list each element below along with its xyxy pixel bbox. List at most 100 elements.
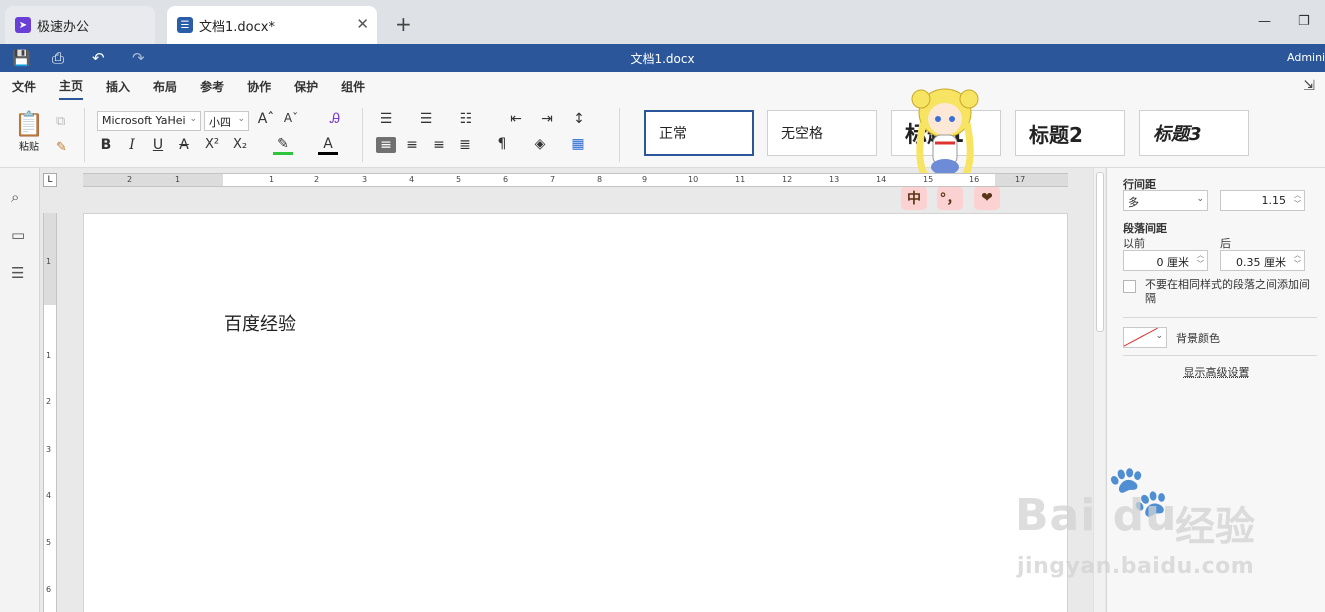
ruler-number: 7 bbox=[550, 174, 555, 186]
align-center-icon[interactable]: ≡ bbox=[402, 137, 422, 153]
separator bbox=[362, 108, 363, 162]
spinner-icon[interactable]: ︿ ﹀ bbox=[1197, 251, 1204, 269]
line-spacing-mode-select[interactable]: 多 ⌄ bbox=[1123, 190, 1208, 211]
no-space-same-style-checkbox[interactable] bbox=[1123, 280, 1136, 293]
tab-home[interactable]: ➤ 极速办公 bbox=[5, 6, 155, 44]
ruler-number: 15 bbox=[923, 174, 933, 186]
spacing-before-input[interactable]: 0 厘米 ︿ ﹀ bbox=[1123, 250, 1208, 271]
navigation-icon[interactable]: ☰ bbox=[11, 264, 24, 282]
vertical-ruler[interactable]: 1 1 2 3 4 5 6 bbox=[43, 213, 57, 612]
line-spacing-icon[interactable]: ↕ bbox=[569, 111, 589, 127]
ruler-number: 3 bbox=[362, 174, 367, 186]
menu-references[interactable]: 参考 bbox=[200, 74, 224, 99]
paragraph-spacing-label: 段落间距 bbox=[1123, 220, 1167, 236]
justify-icon[interactable]: ≣ bbox=[455, 137, 475, 153]
superscript-button[interactable]: X² bbox=[202, 137, 222, 152]
new-tab-icon[interactable]: + bbox=[395, 12, 412, 36]
strikethrough-button[interactable]: A bbox=[174, 137, 194, 153]
document-page[interactable]: 百度经验 bbox=[83, 213, 1068, 612]
numbered-list-icon[interactable]: ☰ bbox=[416, 111, 436, 127]
search-icon[interactable]: ⌕ bbox=[11, 188, 19, 206]
chevron-down-icon: ⌄ bbox=[1196, 195, 1204, 204]
paste-button[interactable]: 📋 粘贴 bbox=[12, 110, 46, 153]
shading-icon[interactable]: ◈ bbox=[530, 136, 550, 152]
separator bbox=[619, 108, 620, 162]
menu-layout[interactable]: 布局 bbox=[153, 74, 177, 99]
left-sidebar: ⌕ ▭ ☰ bbox=[0, 168, 40, 612]
style-no-spacing[interactable]: 无空格 bbox=[767, 110, 877, 156]
chevron-down-icon: ⌄ bbox=[237, 114, 245, 124]
bold-button[interactable]: B bbox=[96, 137, 116, 153]
tab-document[interactable]: ☰ 文档1.docx* ✕ bbox=[167, 6, 377, 44]
comments-icon[interactable]: ▭ bbox=[11, 226, 25, 244]
decrease-indent-icon[interactable]: ⇤ bbox=[506, 111, 526, 127]
watermark-cn: 经验 bbox=[1175, 494, 1255, 552]
scrollbar-thumb[interactable] bbox=[1096, 172, 1104, 332]
font-color-button[interactable]: A bbox=[318, 136, 338, 155]
style-heading2[interactable]: 标题2 bbox=[1015, 110, 1125, 156]
menu-protect[interactable]: 保护 bbox=[294, 74, 318, 99]
show-advanced-settings-link[interactable]: 显示高级设置 bbox=[1107, 364, 1325, 380]
watermark-url: jingyan.baidu.com bbox=[1017, 554, 1254, 579]
align-right-icon[interactable]: ≡ bbox=[429, 137, 449, 153]
style-normal[interactable]: 正常 bbox=[644, 110, 754, 156]
paragraph-mark-icon[interactable]: ¶ bbox=[492, 136, 512, 152]
font-name-value: Microsoft YaHei bbox=[102, 114, 186, 127]
format-painter-icon[interactable]: ✎ bbox=[56, 140, 67, 155]
ime-chinese-mode[interactable]: 中 bbox=[901, 186, 927, 210]
menu-file[interactable]: 文件 bbox=[12, 74, 36, 99]
copy-icon[interactable]: ⧉ bbox=[56, 114, 65, 129]
tab-stop-selector[interactable]: L bbox=[43, 173, 57, 187]
open-location-icon[interactable]: ⇲ bbox=[1303, 78, 1315, 94]
ruler-number: 1 bbox=[46, 257, 51, 266]
shrink-font-button[interactable]: Aˇ bbox=[281, 111, 301, 125]
ruler-number: 13 bbox=[829, 174, 839, 186]
ruler-number: 2 bbox=[46, 397, 51, 406]
ime-heart-icon[interactable]: ❤ bbox=[974, 186, 1000, 210]
horizontal-ruler[interactable]: 2 1 1 2 3 4 5 6 7 8 9 10 11 12 13 14 15 … bbox=[83, 173, 1068, 187]
spinner-icon[interactable]: ︿ ﹀ bbox=[1294, 251, 1301, 269]
bullet-list-icon[interactable]: ☰ bbox=[376, 111, 396, 127]
font-name-select[interactable]: Microsoft YaHei ⌄ bbox=[97, 111, 201, 131]
ruler-number: 2 bbox=[127, 174, 132, 186]
rocket-icon: ➤ bbox=[15, 17, 31, 33]
ribbon: 文件 主页 插入 布局 参考 协作 保护 组件 ⇲ 📋 粘贴 ⧉ ✎ Micro… bbox=[0, 72, 1325, 168]
style-label: 标题3 bbox=[1153, 120, 1202, 146]
user-name[interactable]: Adminis bbox=[1287, 51, 1325, 64]
underline-button[interactable]: U bbox=[148, 137, 168, 153]
subscript-button[interactable]: X₂ bbox=[230, 137, 250, 152]
menu-insert[interactable]: 插入 bbox=[106, 74, 130, 99]
menu-collaborate[interactable]: 协作 bbox=[247, 74, 271, 99]
increase-indent-icon[interactable]: ⇥ bbox=[537, 111, 557, 127]
close-icon[interactable]: ✕ bbox=[356, 15, 369, 33]
background-color-picker[interactable]: ⌄ bbox=[1123, 327, 1167, 348]
highlight-icon[interactable]: ✎ bbox=[273, 136, 293, 155]
ime-punctuation-mode[interactable]: °， bbox=[937, 186, 963, 210]
grow-font-button[interactable]: Aˆ bbox=[256, 111, 276, 127]
style-heading3[interactable]: 标题3 bbox=[1139, 110, 1249, 156]
spacing-before-value: 0 厘米 bbox=[1157, 256, 1190, 269]
spacing-after-input[interactable]: 0.35 厘米 ︿ ﹀ bbox=[1220, 250, 1305, 271]
ruler-number: 17 bbox=[1015, 174, 1025, 186]
ruler-number: 1 bbox=[46, 351, 51, 360]
style-label: 标题2 bbox=[1029, 119, 1083, 148]
borders-icon[interactable]: ▦ bbox=[568, 136, 588, 152]
restore-icon[interactable]: ❐ bbox=[1298, 14, 1310, 29]
menu-plugins[interactable]: 组件 bbox=[341, 74, 365, 99]
divider bbox=[1123, 355, 1317, 356]
document-icon: ☰ bbox=[177, 17, 193, 33]
multilevel-list-icon[interactable]: ☷ bbox=[456, 111, 476, 127]
clear-format-icon[interactable]: Ꭿ bbox=[325, 111, 345, 127]
ruler-number: 1 bbox=[269, 174, 274, 186]
italic-button[interactable]: I bbox=[122, 137, 142, 153]
line-spacing-value-input[interactable]: 1.15 ︿ ﹀ bbox=[1220, 190, 1305, 211]
menu-home[interactable]: 主页 bbox=[59, 73, 83, 100]
spinner-icon[interactable]: ︿ ﹀ bbox=[1294, 191, 1301, 209]
ruler-number: 16 bbox=[969, 174, 979, 186]
ruler-number: 1 bbox=[175, 174, 180, 186]
document-text[interactable]: 百度经验 bbox=[224, 310, 296, 336]
align-left-icon[interactable]: ≡ bbox=[376, 137, 396, 153]
font-size-select[interactable]: 小四 ⌄ bbox=[204, 111, 249, 131]
minimize-icon[interactable]: — bbox=[1258, 14, 1271, 29]
ruler-number: 10 bbox=[688, 174, 698, 186]
